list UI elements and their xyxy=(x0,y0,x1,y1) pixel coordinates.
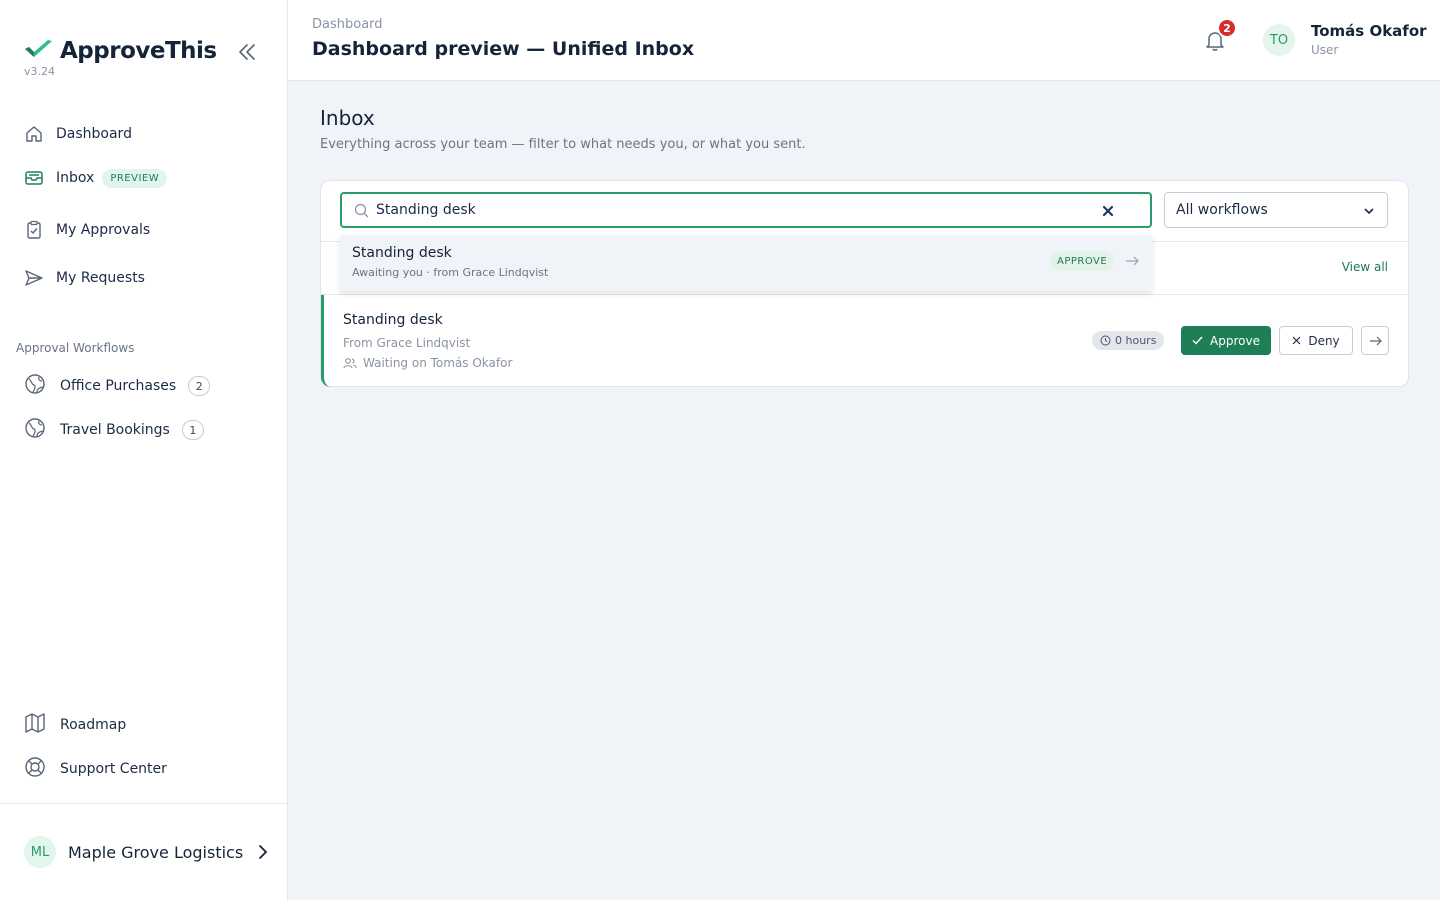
request-from: From Grace Lindqvist xyxy=(343,336,471,350)
nav-my-approvals-label: My Approvals xyxy=(56,222,151,238)
clipboard-check-icon xyxy=(24,220,44,240)
nav-dashboard-label: Dashboard xyxy=(56,126,132,142)
app-logo[interactable]: ApproveThis xyxy=(24,38,217,64)
send-icon xyxy=(24,268,44,288)
sidebar: ApproveThis v3.24 Dashboard Inbox PREVIE… xyxy=(0,0,288,900)
request-row[interactable]: Standing desk From Grace Lindqvist Waiti… xyxy=(321,295,1408,387)
search-suggestion[interactable]: Standing desk Awaiting you · from Grace … xyxy=(340,235,1152,291)
globe-icon xyxy=(24,373,46,399)
user-avatar[interactable]: TO xyxy=(1263,24,1295,56)
map-icon xyxy=(24,712,46,738)
deny-button[interactable]: Deny xyxy=(1279,326,1353,355)
org-avatar: ML xyxy=(24,836,56,868)
nav-dashboard[interactable]: Dashboard xyxy=(24,124,132,144)
request-title: Standing desk xyxy=(343,312,443,328)
arrow-right-icon xyxy=(1369,336,1382,345)
search-icon xyxy=(354,203,369,218)
suggestion-title: Standing desk xyxy=(352,245,452,261)
workflow-count-badge: 2 xyxy=(188,376,211,396)
page-title: Dashboard preview — Unified Inbox xyxy=(312,38,695,60)
preview-badge: PREVIEW xyxy=(102,168,168,188)
workflow-travel-bookings[interactable]: Travel Bookings 1 xyxy=(24,417,204,443)
nav-inbox[interactable]: Inbox PREVIEW xyxy=(24,168,168,188)
search-box[interactable] xyxy=(340,192,1152,228)
chevron-right-icon xyxy=(259,845,268,859)
organization-switcher[interactable]: ML Maple Grove Logistics xyxy=(24,836,269,868)
inbox-subtitle: Everything across your team — filter to … xyxy=(320,137,806,152)
app-name: ApproveThis xyxy=(60,38,217,64)
request-age-text: 0 hours xyxy=(1115,334,1157,347)
search-input[interactable] xyxy=(376,199,1096,221)
nav-support-center[interactable]: Support Center xyxy=(24,756,167,782)
breadcrumb[interactable]: Dashboard xyxy=(312,17,383,32)
deny-label: Deny xyxy=(1308,333,1340,348)
request-waiting: Waiting on Tomás Okafor xyxy=(343,356,512,370)
request-age-badge: 0 hours xyxy=(1092,331,1165,350)
globe-icon xyxy=(24,417,46,443)
inbox-icon xyxy=(24,168,44,188)
user-name: Tomás Okafor xyxy=(1311,22,1427,40)
nav-inbox-label: Inbox xyxy=(56,170,95,186)
check-icon xyxy=(1192,336,1203,345)
clear-search-icon[interactable] xyxy=(1100,203,1116,219)
nav-roadmap-label: Roadmap xyxy=(60,717,127,733)
nav-my-requests[interactable]: My Requests xyxy=(24,268,145,288)
workflow-filter-value: All workflows xyxy=(1176,202,1268,218)
org-name: Maple Grove Logistics xyxy=(68,842,244,862)
nav-my-requests-label: My Requests xyxy=(56,270,145,286)
request-waiting-text: Waiting on Tomás Okafor xyxy=(363,356,513,370)
nav-my-approvals[interactable]: My Approvals xyxy=(24,220,150,240)
arrow-right-icon xyxy=(1126,256,1139,266)
close-icon xyxy=(1292,336,1301,345)
workflow-office-purchases[interactable]: Office Purchases 2 xyxy=(24,373,211,399)
inbox-title: Inbox xyxy=(320,106,375,130)
logo-check-icon xyxy=(25,40,52,57)
home-icon xyxy=(24,124,44,144)
suggestion-subtitle: Awaiting you · from Grace Lindqvist xyxy=(352,266,549,279)
suggestion-action-tag: APPROVE xyxy=(1050,251,1115,271)
workflow-label: Travel Bookings xyxy=(60,422,170,438)
approve-label: Approve xyxy=(1210,333,1260,348)
view-all-link[interactable]: View all xyxy=(1342,260,1388,274)
lifebuoy-icon xyxy=(24,756,46,782)
top-header: Dashboard Dashboard preview — Unified In… xyxy=(288,0,1440,81)
nav-roadmap[interactable]: Roadmap xyxy=(24,712,126,738)
workflow-label: Office Purchases xyxy=(60,378,177,394)
sidebar-divider xyxy=(0,803,287,804)
clock-icon xyxy=(1100,335,1111,346)
notification-count-badge: 2 xyxy=(1217,18,1237,38)
open-request-button[interactable] xyxy=(1361,326,1389,355)
workflows-section-title: Approval Workflows xyxy=(16,341,135,355)
workflow-filter-select[interactable]: All workflows xyxy=(1164,192,1388,228)
chevron-down-icon xyxy=(1364,208,1374,215)
nav-support-center-label: Support Center xyxy=(60,761,167,777)
user-role: User xyxy=(1311,43,1339,57)
users-icon xyxy=(343,358,357,369)
approve-button[interactable]: Approve xyxy=(1181,326,1271,355)
workflow-count-badge: 1 xyxy=(181,420,204,440)
app-version: v3.24 xyxy=(24,65,56,78)
collapse-sidebar-icon[interactable] xyxy=(236,42,258,62)
